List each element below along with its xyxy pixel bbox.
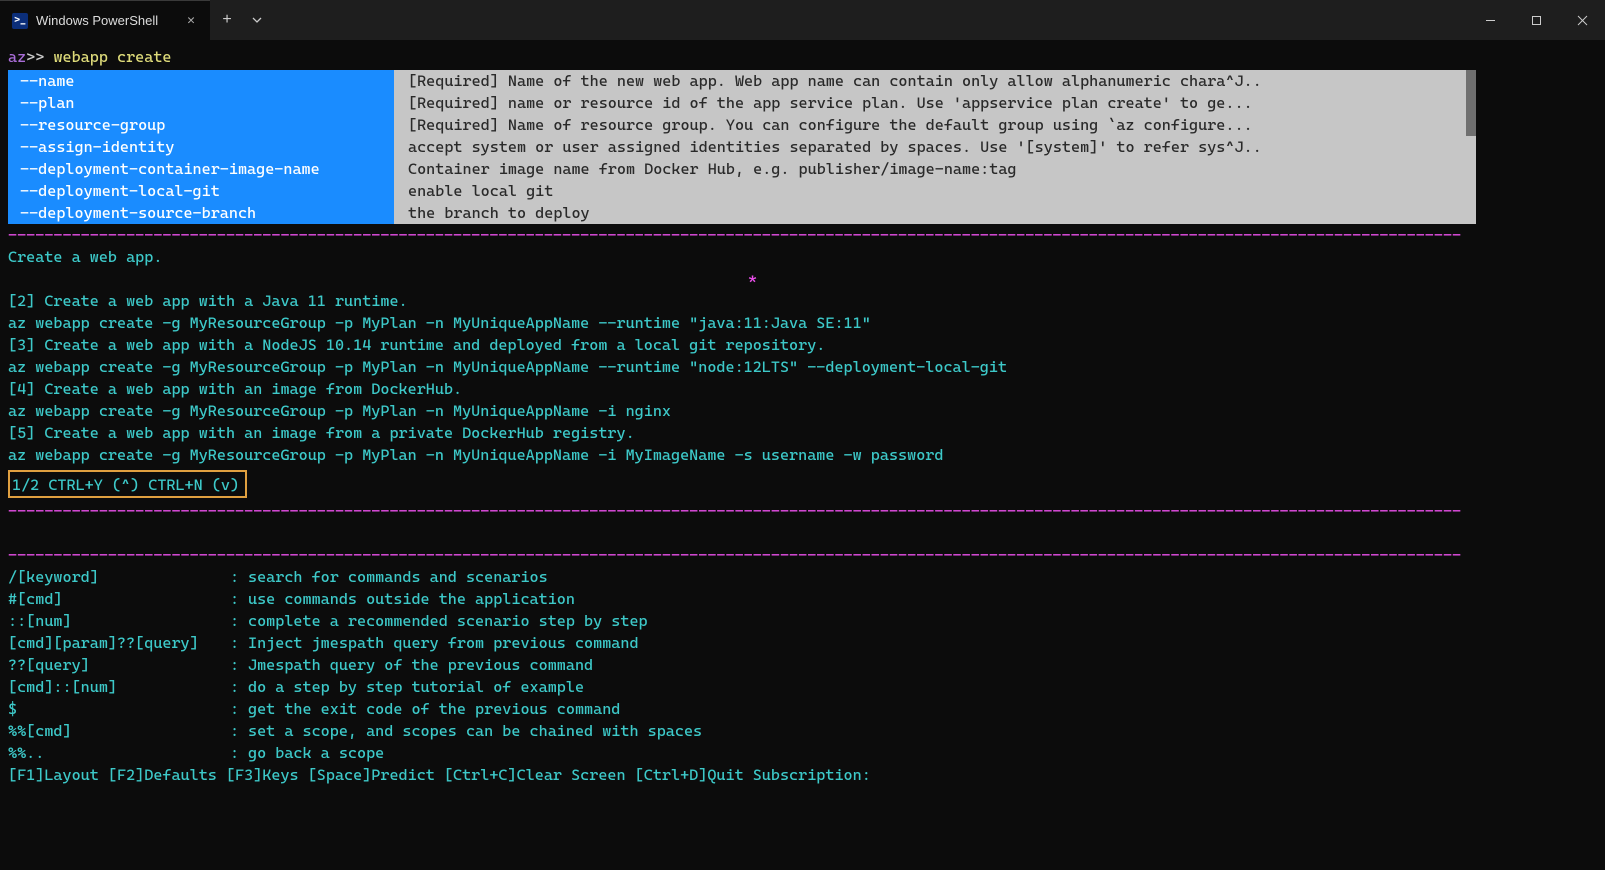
completion-flag[interactable]: --deployment-source-branch bbox=[20, 202, 390, 224]
help-section: /[keyword]: search for commands and scen… bbox=[8, 566, 1599, 764]
help-desc: do a step by step tutorial of example bbox=[248, 676, 584, 698]
new-tab-button[interactable]: + bbox=[210, 0, 244, 40]
prompt-angle: >> bbox=[26, 48, 44, 66]
titlebar: >_ Windows PowerShell ✕ + bbox=[0, 0, 1605, 40]
completion-desc: [Required] name or resource id of the ap… bbox=[408, 92, 1468, 114]
help-row: %%[cmd]: set a scope, and scopes can be … bbox=[8, 720, 1599, 742]
help-row: #[cmd]: use commands outside the applica… bbox=[8, 588, 1599, 610]
completion-flags-column[interactable]: --name --plan --resource-group --assign-… bbox=[8, 70, 394, 224]
help-key: %%[cmd] bbox=[8, 720, 230, 742]
window-maximize-button[interactable] bbox=[1513, 0, 1559, 40]
help-key: %%.. bbox=[8, 742, 230, 764]
window-close-button[interactable] bbox=[1559, 0, 1605, 40]
help-row: [cmd][param]??[query]: Inject jmespath q… bbox=[8, 632, 1599, 654]
completion-desc: enable local git bbox=[408, 180, 1468, 202]
example-line: az webapp create -g MyResourceGroup -p M… bbox=[8, 312, 1599, 334]
help-key: ::[num] bbox=[8, 610, 230, 632]
help-key: [cmd][param]??[query] bbox=[8, 632, 230, 654]
help-desc: go back a scope bbox=[248, 742, 384, 764]
tab-dropdown-button[interactable] bbox=[244, 0, 270, 40]
completion-flag[interactable]: --deployment-container-image-name bbox=[20, 158, 390, 180]
completion-desc-column: [Required] Name of the new web app. Web … bbox=[394, 70, 1476, 224]
completion-flag[interactable]: --resource-group bbox=[20, 114, 390, 136]
completion-desc: accept system or user assigned identitie… bbox=[408, 136, 1468, 158]
completion-desc: Container image name from Docker Hub, e.… bbox=[408, 158, 1468, 180]
example-line: [5] Create a web app with an image from … bbox=[8, 422, 1599, 444]
tab-label: Windows PowerShell bbox=[36, 10, 174, 32]
window-minimize-button[interactable] bbox=[1467, 0, 1513, 40]
help-row: %%..: go back a scope bbox=[8, 742, 1599, 764]
tab-powershell[interactable]: >_ Windows PowerShell ✕ bbox=[0, 0, 210, 40]
completion-popup[interactable]: --name --plan --resource-group --assign-… bbox=[8, 70, 1476, 224]
completion-flag[interactable]: --deployment-local-git bbox=[20, 180, 390, 202]
paging-indicator: 1/2 CTRL+Y (^) CTRL+N (v) bbox=[8, 470, 247, 498]
help-key: /[keyword] bbox=[8, 566, 230, 588]
help-row: $: get the exit code of the previous com… bbox=[8, 698, 1599, 720]
help-desc: set a scope, and scopes can be chained w… bbox=[248, 720, 702, 742]
divider: ----------------------------------------… bbox=[8, 500, 1599, 522]
prompt-line: az>> webapp create bbox=[8, 46, 1599, 68]
divider: ----------------------------------------… bbox=[8, 544, 1599, 566]
prompt-az: az bbox=[8, 48, 26, 66]
command-input[interactable]: webapp create bbox=[53, 48, 171, 66]
completion-scrollbar[interactable] bbox=[1466, 70, 1476, 136]
help-row: [cmd]::[num]: do a step by step tutorial… bbox=[8, 676, 1599, 698]
completion-flag[interactable]: --plan bbox=[20, 92, 390, 114]
help-desc: complete a recommended scenario step by … bbox=[248, 610, 648, 632]
help-row: /[keyword]: search for commands and scen… bbox=[8, 566, 1599, 588]
cursor-mark: * bbox=[748, 268, 757, 290]
example-line: az webapp create -g MyResourceGroup -p M… bbox=[8, 444, 1599, 466]
help-desc: Jmespath query of the previous command bbox=[248, 654, 593, 676]
help-desc: search for commands and scenarios bbox=[248, 566, 548, 588]
divider: ----------------------------------------… bbox=[8, 224, 1599, 246]
help-key: #[cmd] bbox=[8, 588, 230, 610]
help-desc: Inject jmespath query from previous comm… bbox=[248, 632, 639, 654]
completion-flag[interactable]: --name bbox=[20, 70, 390, 92]
terminal-body[interactable]: az>> webapp create --name --plan --resou… bbox=[0, 40, 1605, 788]
tab-close-button[interactable]: ✕ bbox=[182, 12, 200, 30]
powershell-icon: >_ bbox=[12, 13, 28, 29]
help-row: ??[query]: Jmespath query of the previou… bbox=[8, 654, 1599, 676]
completion-desc: [Required] Name of the new web app. Web … bbox=[408, 70, 1468, 92]
help-desc: get the exit code of the previous comman… bbox=[248, 698, 620, 720]
example-line: [3] Create a web app with a NodeJS 10.14… bbox=[8, 334, 1599, 356]
example-line: az webapp create -g MyResourceGroup -p M… bbox=[8, 356, 1599, 378]
example-line: az webapp create -g MyResourceGroup -p M… bbox=[8, 400, 1599, 422]
examples-block: [2] Create a web app with a Java 11 runt… bbox=[8, 290, 1599, 466]
help-key: [cmd]::[num] bbox=[8, 676, 230, 698]
example-line: [2] Create a web app with a Java 11 runt… bbox=[8, 290, 1599, 312]
completion-flag[interactable]: --assign-identity bbox=[20, 136, 390, 158]
command-summary: Create a web app. bbox=[8, 246, 1599, 268]
help-row: ::[num]: complete a recommended scenario… bbox=[8, 610, 1599, 632]
completion-desc: [Required] Name of resource group. You c… bbox=[408, 114, 1468, 136]
help-key: ??[query] bbox=[8, 654, 230, 676]
completion-desc: the branch to deploy bbox=[408, 202, 1468, 224]
status-bar: [F1]Layout [F2]Defaults [F3]Keys [Space]… bbox=[8, 764, 1599, 786]
help-key: $ bbox=[8, 698, 230, 720]
example-line: [4] Create a web app with an image from … bbox=[8, 378, 1599, 400]
help-desc: use commands outside the application bbox=[248, 588, 575, 610]
